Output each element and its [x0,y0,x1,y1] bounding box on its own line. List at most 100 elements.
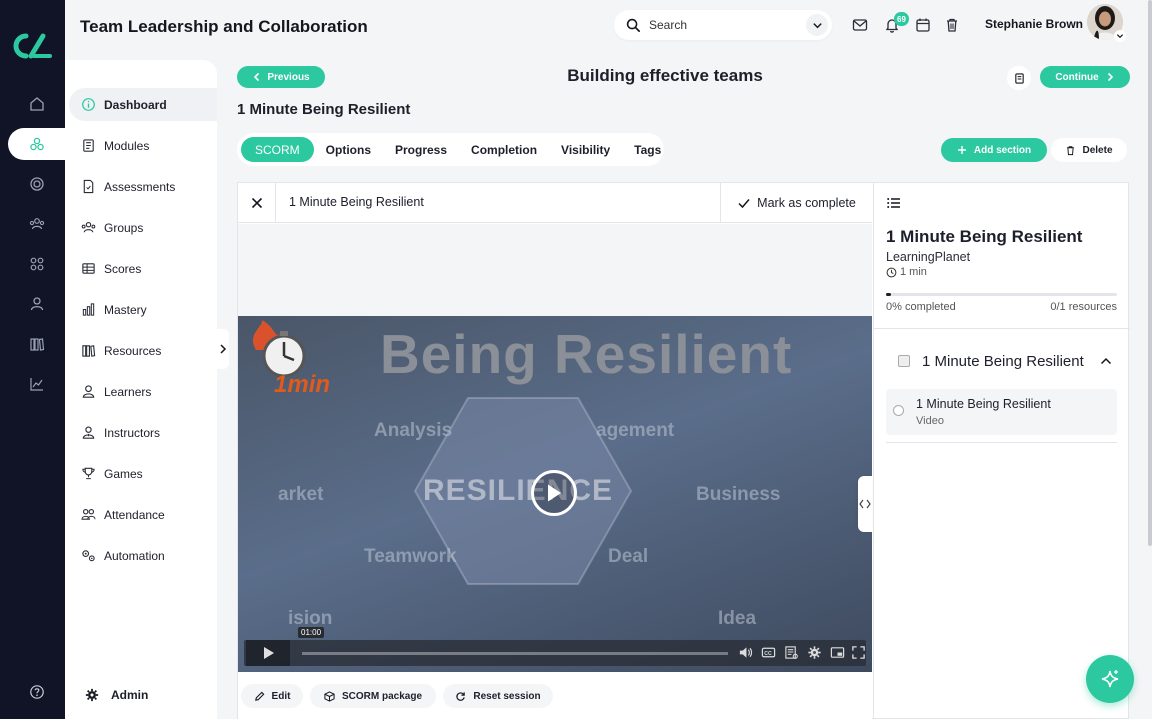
video-play-button[interactable] [531,470,577,516]
sidebar-item-modules[interactable]: Modules [69,129,217,162]
transcript-icon[interactable] [784,645,799,660]
section-title: 1 Minute Being Resilient [922,352,1084,370]
sidebar-item-label: Scores [104,261,142,276]
video-word: Deal [608,546,649,567]
reset-session-button[interactable]: Reset session [443,684,553,708]
trash-icon[interactable] [944,17,960,33]
tab-tags[interactable]: Tags [622,137,673,162]
chevron-down-icon [1116,34,1124,39]
video-logo-text: 1min [274,371,330,398]
resource-status-radio[interactable] [893,405,904,416]
admin-settings-link[interactable]: Admin [85,688,148,702]
player-toolbar: Edit SCORM package Reset session [238,673,872,719]
users-icon [29,218,44,230]
rail-people[interactable] [8,208,65,240]
close-player-button[interactable] [238,183,276,223]
calendar-icon[interactable] [915,17,931,33]
tab-progress[interactable]: Progress [383,137,459,162]
rail-courses[interactable] [8,128,65,160]
tab-scorm[interactable]: SCORM [241,137,314,162]
rail-home[interactable] [8,88,65,120]
sidebar-item-dashboard[interactable]: Dashboard [69,88,217,121]
close-icon [251,197,262,209]
sidebar-item-label: Learners [104,384,152,399]
captions-icon[interactable]: CC [761,645,776,660]
delete-button[interactable]: Delete [1051,138,1127,162]
ai-assistant-button[interactable] [1086,655,1134,703]
panel-provider: LearningPlanet [886,250,971,264]
scorm-player: 1 Minute Being Resilient Mark as complet… [237,182,1130,719]
video-word: Analysis [374,420,453,441]
sidebar-item-mastery[interactable]: Mastery [69,293,217,326]
mark-complete-label: Mark as complete [757,196,856,210]
fullscreen-icon[interactable] [851,645,866,660]
sidebar-item-games[interactable]: Games [69,457,217,490]
divider [886,442,1117,443]
chevron-up-icon[interactable] [1099,354,1113,368]
scorm-package-button[interactable]: SCORM package [310,684,436,708]
document-icon [83,179,94,194]
rail-goals[interactable] [8,168,65,200]
previous-button[interactable]: Previous [237,66,325,88]
notes-button[interactable] [1007,66,1031,90]
video-frame[interactable]: 1min Being Resilient Analysis agement ar… [238,316,872,672]
video-word: Idea [718,608,757,629]
list-icon[interactable] [886,195,902,211]
account-menu-toggle[interactable] [1114,30,1126,42]
panel-resize-toggle[interactable] [858,476,872,532]
sidebar-item-label: Modules [104,138,150,153]
edit-button[interactable]: Edit [241,684,303,708]
search-input[interactable] [649,18,789,32]
brand-logo-icon[interactable] [12,32,52,60]
sidebar-item-groups[interactable]: Groups [69,211,217,244]
tab-visibility[interactable]: Visibility [549,137,622,162]
help-icon [29,685,44,699]
progress-bar [886,293,1117,296]
grid-icon [30,257,43,271]
video-headline: Being Resilient [380,323,793,385]
users-icon [81,221,96,233]
rail-help[interactable] [8,676,65,708]
rail-profile[interactable] [8,288,65,320]
mail-icon[interactable] [852,17,868,33]
tab-options[interactable]: Options [314,137,383,162]
admin-label: Admin [111,688,149,702]
sidebar-item-instructors[interactable]: Instructors [69,416,217,449]
rail-apps[interactable] [8,248,65,280]
rail-analytics[interactable] [8,368,65,400]
sidebar-item-label: Attendance [104,507,165,522]
section-header[interactable]: 1 Minute Being Resilient [886,349,1117,373]
panel-duration: 1 min [886,266,927,278]
sidebar-item-resources[interactable]: Resources [69,334,217,367]
video-scrubber[interactable] [302,652,728,655]
page-scrollbar[interactable] [1148,0,1152,546]
picture-in-picture-icon[interactable] [830,645,845,660]
search-box[interactable] [614,10,832,40]
sidebar-collapse-toggle[interactable] [217,329,229,369]
list-item[interactable]: 1 Minute Being Resilient Video [886,389,1117,435]
control-play-button[interactable] [246,640,290,666]
sidebar-item-attendance[interactable]: Attendance [69,498,217,531]
sidebar-item-automation[interactable]: Automation [69,539,217,572]
outline-panel: 1 Minute Being Resilient LearningPlanet … [873,183,1130,718]
user-name: Stephanie Brown [985,17,1084,31]
refresh-icon [456,691,466,701]
search-scope-dropdown[interactable] [806,14,828,36]
video-word: agement [596,420,675,441]
mark-as-complete-button[interactable]: Mark as complete [720,183,872,223]
sidebar-item-scores[interactable]: Scores [69,252,217,285]
sidebar-item-assessments[interactable]: Assessments [69,170,217,203]
section-checkbox[interactable] [898,355,910,367]
sidebar-item-label: Instructors [104,425,161,440]
tab-completion[interactable]: Completion [459,137,549,162]
sidebar-item-label: Mastery [104,302,147,317]
info-icon [82,98,95,111]
continue-button[interactable]: Continue [1040,66,1130,88]
notification-count-badge: 69 [894,12,909,26]
sidebar-item-label: Games [104,466,143,481]
add-section-button[interactable]: Add section [941,138,1047,162]
settings-gear-icon[interactable] [807,645,822,660]
rail-library[interactable] [8,328,65,360]
sidebar-item-learners[interactable]: Learners [69,375,217,408]
volume-icon[interactable] [738,645,753,660]
